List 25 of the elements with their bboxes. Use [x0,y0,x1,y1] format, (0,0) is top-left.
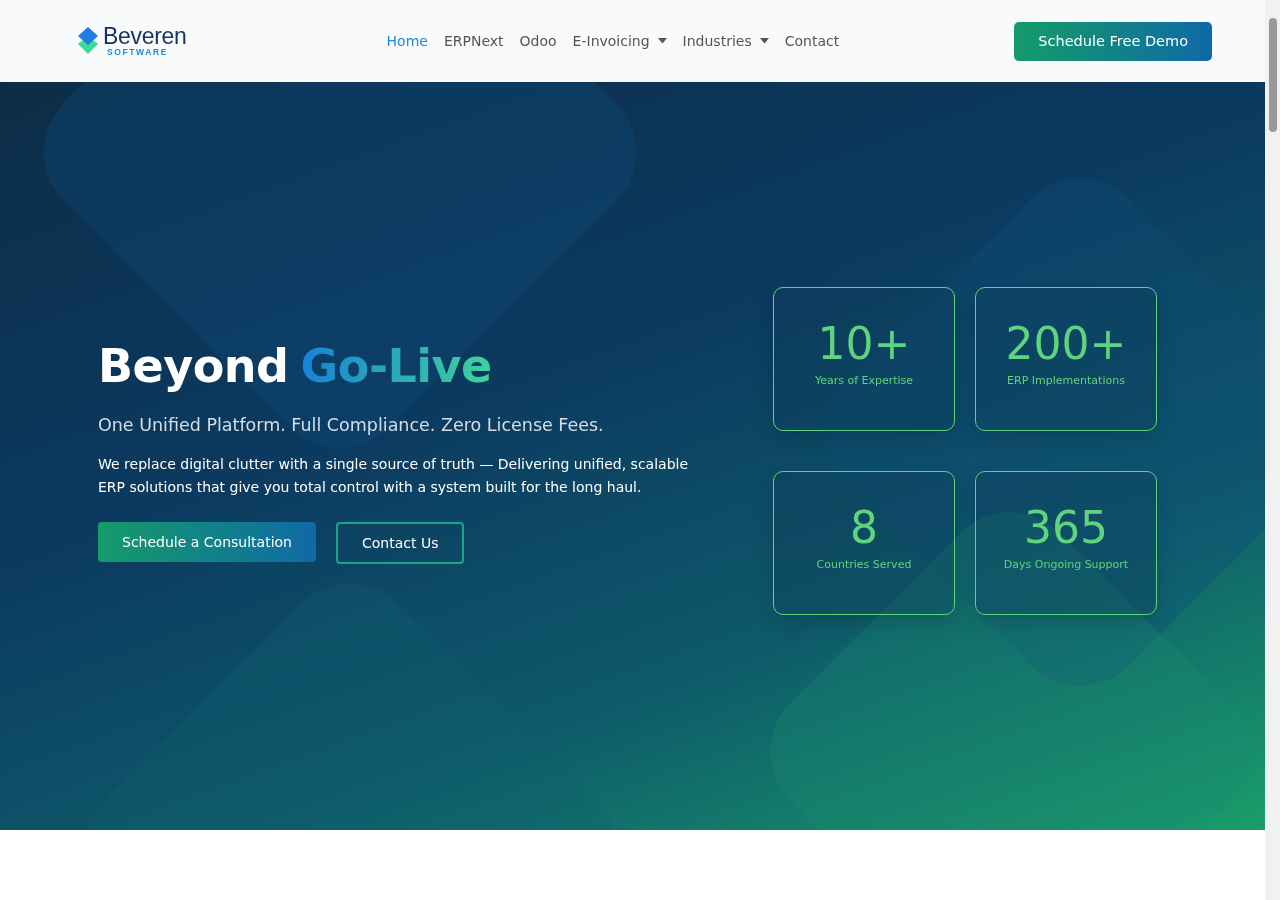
logo-tagline: SOFTWARE [107,48,169,57]
nav-link[interactable]: Industries [682,33,769,49]
stat-label: ERP Implementations [1007,374,1125,387]
caret-icon [657,38,667,44]
contact-button[interactable]: Contact Us [335,521,465,564]
logo-icon [77,26,99,56]
nav-link[interactable]: E-Invoicing [572,33,667,49]
nav-link[interactable]: Odoo [519,33,557,49]
stat-value: 200+ [1005,318,1127,370]
consultation-button[interactable]: Schedule a Consultation [98,521,316,562]
stat-value: 8 [850,502,878,554]
hero-title: Beyond [98,338,289,393]
stat-label: Countries Served [816,558,912,571]
stat-value: 10+ [817,318,911,370]
caret-icon [759,38,769,44]
hero-description: We replace digital clutter with a single source of truth — Delivering unified, scalable ERP solutions that give you total control with a system built for the long haul. [98,454,690,497]
nav-link[interactable]: ERPNext [443,33,504,49]
nav-link[interactable]: Home [386,33,428,49]
schedule-demo-button[interactable]: Schedule Free Demo [1014,21,1212,61]
nav-link[interactable]: Contact [784,33,840,49]
hero-subtitle: One Unified Platform. Full Compliance. Zero License Fees. [98,414,605,435]
stat-value: 365 [1024,502,1108,554]
stat-label: Years of Expertise [814,374,914,387]
logo-wordmark: Beveren [103,25,187,49]
stat-label: Days Ongoing Support [1003,558,1129,571]
